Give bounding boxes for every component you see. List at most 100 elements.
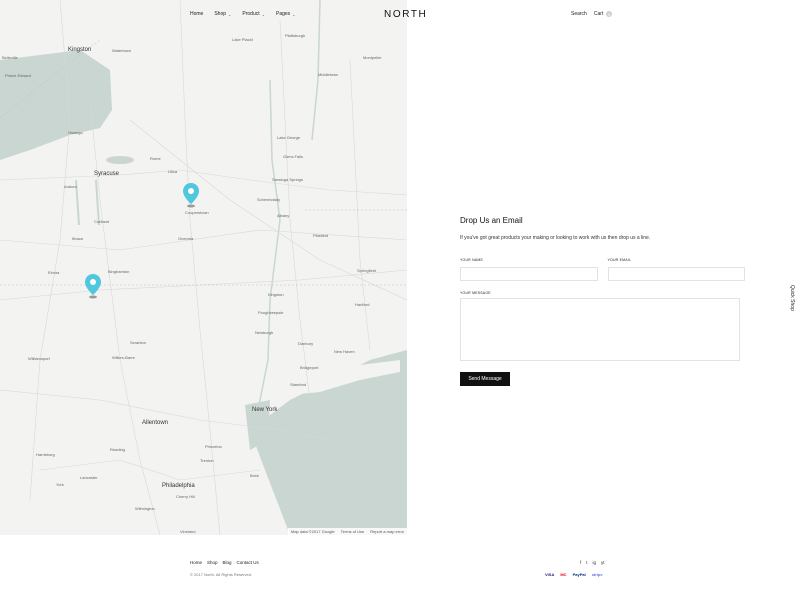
nav-product[interactable]: Product ⌄: [242, 11, 265, 17]
map-place-label: Oswego: [68, 130, 83, 135]
map-place-label: Plattsburgh: [285, 33, 306, 38]
nav-shop[interactable]: Shop ⌄: [214, 11, 231, 17]
map-place-label: Oneonta: [178, 236, 194, 241]
footer-link-home[interactable]: Home: [190, 560, 202, 565]
nav-shop-label: Shop: [214, 11, 227, 17]
map-place-label: Brick: [250, 473, 259, 478]
map-place-label: Lancaster: [80, 475, 98, 480]
map-place-label: Poughkeepsie: [258, 310, 284, 315]
map-place-label: Williamsport: [28, 356, 50, 361]
contact-subtitle: If you've got great products your making…: [460, 235, 651, 241]
nav-pages[interactable]: Pages ⌄: [276, 11, 296, 17]
nav-pages-label: Pages: [275, 11, 291, 17]
payment-methods: VISA MC PayPal stripe: [545, 572, 603, 577]
chevron-down-icon: ⌄: [261, 11, 265, 17]
map-place-label: Utica: [168, 169, 178, 174]
email-field-group: YOUR EMAIL: [607, 258, 745, 283]
nav-home-label: Home: [190, 11, 204, 17]
map-place-label: Binghamton: [108, 269, 130, 274]
name-field[interactable]: [460, 266, 598, 281]
map-place-label: Middletown: [318, 72, 339, 77]
map-place-label: Saratoga Springs: [272, 177, 303, 182]
youtube-icon[interactable]: yt: [601, 560, 605, 565]
email-field[interactable]: [607, 266, 745, 281]
search-link[interactable]: Search: [571, 11, 587, 17]
map-place-label: Reading: [110, 447, 125, 452]
map-place-label: Albany: [277, 213, 290, 218]
contact-section: Drop Us an Email If you've got great pro…: [460, 216, 745, 386]
map-data-credit: Map data ©2017 Google: [290, 529, 335, 534]
quick-shop-tab[interactable]: Quick Shop: [789, 285, 795, 311]
header-actions: Search Cart 0: [571, 11, 613, 17]
map-place-label: Springfield: [357, 268, 376, 273]
map-place-label: Lake Placid: [232, 37, 253, 42]
map-place-label: York: [56, 482, 64, 487]
footer-link-contact[interactable]: Contact Us: [237, 560, 259, 565]
map-pin-icon[interactable]: [182, 182, 200, 208]
copyright: © 2017 North. All Rights Reserved.: [190, 572, 253, 577]
contact-title: Drop Us an Email: [460, 216, 523, 225]
message-field[interactable]: [460, 298, 740, 361]
mastercard-icon: MC: [560, 572, 567, 577]
map-terms-link[interactable]: Terms of Use: [341, 529, 365, 534]
main-nav: Home Shop ⌄ Product ⌄ Pages ⌄: [190, 11, 307, 17]
cart-link[interactable]: Cart 0: [593, 11, 613, 17]
map-place-label: Pittsfield: [313, 233, 329, 238]
site-logo[interactable]: NORTH: [384, 9, 427, 20]
map-place-label: Glens Falls: [283, 154, 304, 159]
map-place-label: Newburgh: [255, 330, 274, 335]
map-place-label: Wilkes-Barre: [112, 355, 135, 360]
map-place-label: Prince Edward: [5, 73, 32, 78]
map-place-label: Kingston: [68, 47, 92, 53]
footer-links: Home Shop Blog Contact Us: [190, 560, 259, 565]
cart-count-badge: 0: [606, 11, 613, 17]
map-report-link[interactable]: Report a map error: [370, 529, 404, 534]
map-place-label: Kingston: [268, 292, 284, 297]
twitter-icon[interactable]: t: [586, 560, 587, 565]
map-place-label: Rome: [150, 156, 161, 161]
map-place-label: Schenectady: [257, 197, 281, 202]
map-place-label: Trenton: [200, 458, 214, 463]
instagram-icon[interactable]: ig: [593, 560, 597, 565]
map-place-label: Vineland: [180, 529, 196, 534]
name-field-group: YOUR NAME: [460, 258, 598, 283]
map-place-label: Elmira: [48, 270, 60, 275]
map-place-label: Scranton: [130, 340, 147, 345]
name-email-row: YOUR NAME YOUR EMAIL: [460, 258, 745, 283]
social-links: f t ig yt: [580, 560, 605, 565]
chevron-down-icon: ⌄: [292, 11, 296, 17]
nav-home[interactable]: Home: [190, 11, 203, 17]
stripe-icon: stripe: [591, 572, 603, 577]
map-background: [0, 0, 407, 535]
nav-product-label: Product: [242, 11, 260, 17]
map-place-label: Watertown: [112, 48, 131, 53]
map-place-label: Harrisburg: [36, 452, 55, 457]
map-place-label: Allentown: [142, 420, 169, 426]
map[interactable]: Kingston Belleville Prince Edward Watertown…: [0, 0, 407, 535]
map-place-label: Syracuse: [94, 171, 120, 177]
map-attribution: Map data ©2017 Google Terms of Use Repor…: [287, 528, 407, 535]
facebook-icon[interactable]: f: [580, 560, 581, 565]
map-place-label: Danbury: [298, 341, 314, 346]
map-place-label: Cortland: [94, 219, 110, 224]
map-place-label: Philadelphia: [162, 483, 195, 489]
chevron-down-icon: ⌄: [228, 11, 232, 17]
cart-label: Cart: [593, 11, 604, 17]
map-place-label: Stamford: [290, 382, 307, 387]
footer-link-blog[interactable]: Blog: [223, 560, 232, 565]
map-place-label: Hartford: [355, 302, 370, 307]
map-place-label: Lake George: [277, 135, 301, 140]
message-field-group: YOUR MESSAGE: [460, 291, 745, 366]
paypal-icon: PayPal: [572, 572, 586, 577]
map-place-label: Montpelier: [363, 55, 382, 60]
send-message-button[interactable]: Send Message: [460, 372, 510, 386]
map-place-label: Bridgeport: [300, 365, 319, 370]
map-place-label: New Haven: [334, 349, 355, 354]
map-pin-icon[interactable]: [84, 273, 102, 299]
map-place-label: Belleville: [2, 55, 18, 60]
map-place-label: Cooperstown: [185, 210, 209, 215]
map-place-label: Auburn: [64, 184, 77, 189]
footer-link-shop[interactable]: Shop: [207, 560, 218, 565]
map-place-label: Cherry Hill: [176, 494, 195, 499]
map-place-label: Princeton: [205, 444, 222, 449]
